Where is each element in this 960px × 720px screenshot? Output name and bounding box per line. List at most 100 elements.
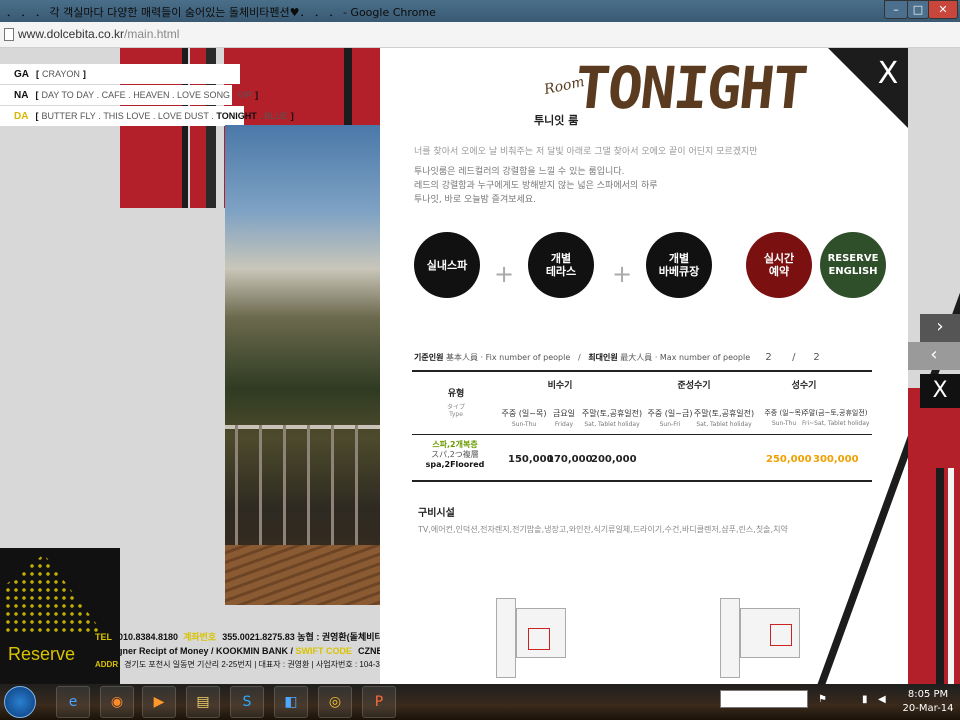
skype-icon[interactable]: S	[230, 686, 264, 718]
row-label-jp: スパ,2つ複層	[431, 450, 479, 459]
menu-item-cafe[interactable]: CAFE	[102, 90, 126, 100]
chrome-icon[interactable]: ◎	[318, 686, 352, 718]
folder-icon[interactable]: ▤	[186, 686, 220, 718]
page-icon	[4, 28, 14, 41]
start-button-icon[interactable]	[4, 686, 36, 718]
feature-spa: 실내스파	[414, 232, 480, 298]
capacity-sep: /	[792, 352, 796, 363]
footer-addr-label: ADDR	[95, 660, 119, 669]
intro-line-1: 너를 찾아서 오에오 날 비춰주는 저 달빛 아래로 그댈 찾아서 오에오 끝이…	[414, 147, 758, 157]
footer-acct-label: 계좌번호	[183, 632, 217, 642]
footer-acct: 355.0021.8275.83 농협 : 권영환(돌체비타)	[222, 632, 386, 642]
footer-tel: 010.8384.8180	[118, 632, 179, 642]
website: GA[ CRAYON] NA[ DAY TO DAY . CAFE . HEAV…	[0, 48, 960, 684]
floor-plan-2	[670, 588, 820, 684]
taskbar-search-input[interactable]	[720, 690, 808, 708]
plus-icon: +	[612, 260, 633, 288]
room-intro: 너를 찾아서 오에오 날 비춰주는 저 달빛 아래로 그댈 찾아서 오에오 끝이…	[414, 145, 758, 207]
powerpoint-icon[interactable]: P	[362, 686, 396, 718]
col-off-fri: 금요일 Friday	[548, 408, 580, 428]
col-mid-sun-fri: 주중 (일~금) Sun-Fri	[644, 408, 696, 428]
capacity-base-label: 기준인원	[414, 353, 444, 362]
col-label: 주말(금~토,공휴일전)	[802, 409, 868, 417]
col-peak-sun-thu: 주중 (일~목) Sun-Thu	[760, 408, 808, 427]
footer-foreign: Foreigner Recipt of Money / KOOKMIN BANK…	[95, 646, 294, 656]
menu-key-na: NA	[14, 89, 29, 101]
capacity-row: 기준인원 基本人員 · Fix number of people / 최대인원 …	[414, 352, 820, 363]
clock[interactable]: 8:05 PM 20-Mar-14	[898, 688, 958, 716]
tray-volume-icon[interactable]: ◀	[878, 694, 886, 705]
side-close-button[interactable]: X	[920, 374, 960, 408]
url-text[interactable]: www.dolcebita.co.kr/main.html	[18, 27, 179, 41]
next-room-button[interactable]: ›	[920, 314, 960, 342]
reserve-english-button[interactable]: RESERVE ENGLISH	[820, 232, 886, 298]
col-label: 주중 (일~목)	[501, 409, 547, 418]
menu-item-this-love[interactable]: THIS LOVE	[103, 111, 150, 121]
footer-swift-label: SWIFT CODE	[295, 646, 353, 656]
close-popup-button[interactable]: X	[872, 58, 904, 90]
realtime-reserve-button[interactable]: 실시간 예약	[746, 232, 812, 298]
window-title: ． ． ． 각 객실마다 다양한 매력들이 숨어있는 돌체비타펜션♥． ． ． …	[6, 6, 436, 19]
col-label: 주중 (일~목)	[764, 409, 804, 417]
col-sub: Sat, Tablet holiday	[696, 421, 752, 428]
capacity-base-sub: 基本人員 · Fix number of people	[446, 353, 571, 362]
menu-item-love-dust[interactable]: LOVE DUST	[158, 111, 209, 121]
row-label-kr: 스파,2개복층	[432, 440, 478, 449]
plus-icon: +	[494, 260, 515, 288]
maximize-button[interactable]: □	[907, 0, 929, 19]
media-player-icon[interactable]: ▶	[142, 686, 176, 718]
col-peak-fri-sat: 주말(금~토,공휴일전) Fri~Sat, Tablet holiday	[802, 408, 869, 427]
firefox-icon[interactable]: ◉	[100, 686, 134, 718]
intro-line-3: 레드의 강렬함과 누구에게도 방해받지 않는 넓은 스파에서의 하루	[414, 181, 658, 191]
capacity-max-sub: 最大人員 · Max number of people	[620, 353, 751, 362]
floor-plan-1	[436, 588, 586, 684]
col-label: 주말(토,공휴일전)	[693, 409, 755, 418]
row-label: 스파,2개복층 スパ,2つ複層 spa,2Floored	[420, 440, 490, 470]
address-bar[interactable]: www.dolcebita.co.kr/main.html	[0, 22, 960, 48]
col-sub: Sat, Tablet holiday	[584, 421, 640, 428]
menu-item-love-song[interactable]: LOVE SONG	[177, 90, 230, 100]
price-peak-sun-thu: 250,000	[766, 454, 812, 465]
ie-icon[interactable]: e	[56, 686, 90, 718]
prev-room-button[interactable]: ‹	[908, 342, 960, 370]
row-label-en: spa,2Floored	[425, 460, 485, 469]
menu-item-crayon[interactable]: CRAYON	[42, 69, 80, 79]
feature-terrace: 개별 테라스	[528, 232, 594, 298]
footer-tel-label: TEL	[95, 632, 112, 642]
menu-item-vip[interactable]: VIP	[238, 90, 253, 100]
menu-item-tonight[interactable]: TONIGHT	[216, 111, 256, 121]
reserve-link[interactable]: Reserve	[8, 644, 75, 665]
clock-date: 20-Mar-14	[902, 703, 954, 714]
menu-item-day-to-day[interactable]: DAY TO DAY	[41, 90, 94, 100]
menu-item-blue[interactable]: BLUE	[264, 111, 288, 121]
season-mid-header: 준성수기	[677, 381, 711, 391]
table-type-header: 유형 タイプ Type	[424, 386, 488, 418]
intro-line-2: 투나잇룸은 레드컬러의 강렬함을 느낄 수 있는 룸입니다.	[414, 167, 625, 177]
season-peak-header: 성수기	[791, 381, 817, 391]
col-label: 주중 (일~금)	[647, 409, 693, 418]
col-off-sun-thu: 주중 (일~목) Sun-Thu	[498, 408, 550, 428]
room-title: TONIGHT	[571, 54, 810, 122]
window-titlebar: ． ． ． 각 객실마다 다양한 매력들이 숨어있는 돌체비타펜션♥． ． ． …	[0, 0, 960, 22]
col-sub: Sun-Thu	[511, 421, 537, 428]
tray-network-icon[interactable]: ▮	[862, 694, 868, 705]
col-label: 주말(토,공휴일전)	[581, 409, 643, 418]
menu-item-butterfly[interactable]: BUTTER FLY	[41, 111, 95, 121]
room-title-kr: 투니잇 룸	[534, 114, 579, 127]
app-icon[interactable]: ◧	[274, 686, 308, 718]
minimize-button[interactable]: –	[884, 0, 908, 19]
close-window-button[interactable]: ✕	[928, 0, 958, 19]
menu-item-heaven[interactable]: HEAVEN	[133, 90, 169, 100]
intro-line-4: 투나잇, 바로 오늘밤 즐겨보세요.	[414, 195, 536, 205]
clock-time: 8:05 PM	[907, 689, 949, 700]
menu-row-da: DA[ BUTTER FLY . THIS LOVE . LOVE DUST .…	[0, 106, 294, 126]
price-off-fri: 170,000	[547, 454, 593, 465]
menu-row-ga: GA[ CRAYON]	[0, 64, 240, 84]
col-label: 금요일	[552, 409, 576, 418]
col-off-sat: 주말(토,공휴일전) Sat, Tablet holiday	[578, 408, 646, 428]
url-host: www.dolcebita.co.kr	[18, 27, 125, 41]
type-label: 유형	[447, 389, 465, 399]
season-off-header: 비수기	[547, 381, 573, 391]
tray-flag-icon[interactable]: ⚑	[818, 694, 827, 705]
table-divider	[412, 434, 872, 435]
